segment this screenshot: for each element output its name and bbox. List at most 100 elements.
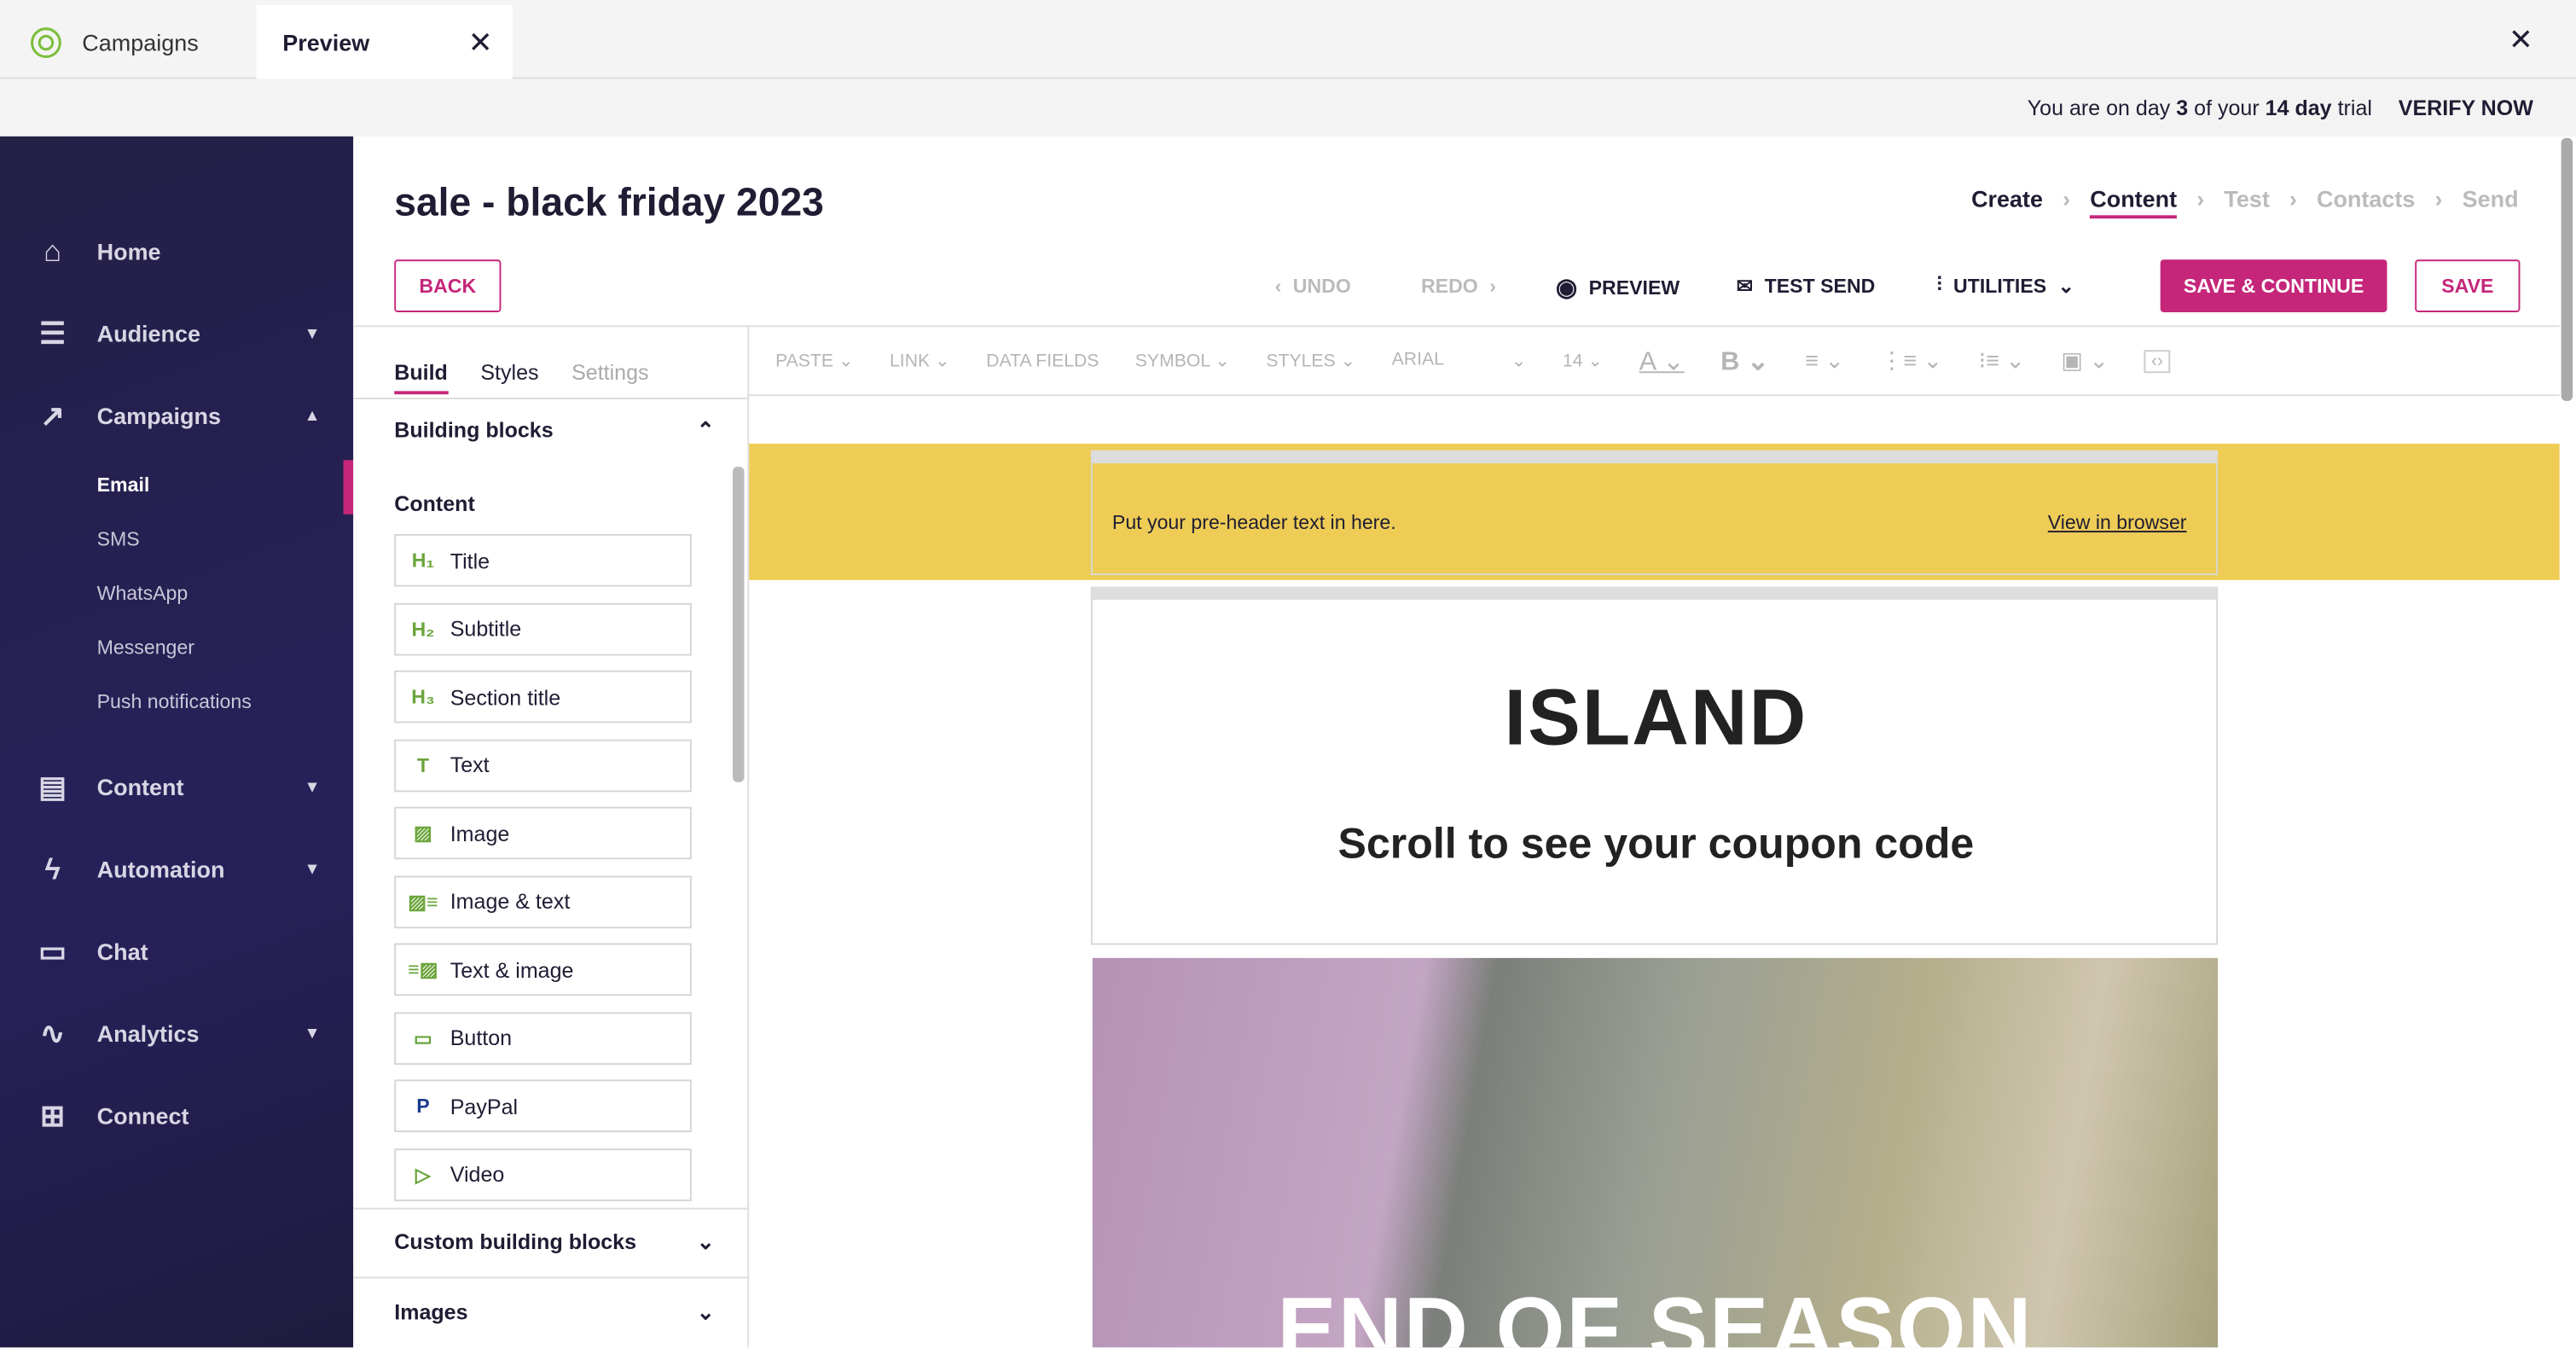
hero-image[interactable]: END OF SEASON xyxy=(1092,957,2219,1348)
block-section-title[interactable]: H₃ Section title xyxy=(394,670,692,723)
active-indicator xyxy=(343,460,354,514)
sidebar-item-label: Connect xyxy=(96,1102,189,1130)
back-button[interactable]: BACK xyxy=(394,259,502,312)
content-group-label: Content xyxy=(394,491,475,516)
sidebar-subitem[interactable]: Push notifications xyxy=(97,690,252,713)
view-in-browser-link[interactable]: View in browser xyxy=(2048,511,2187,534)
chevron-right-icon: › xyxy=(2063,185,2071,212)
sidebar-item-analytics[interactable]: ∿ Analytics ▼ xyxy=(33,1014,321,1053)
custom-blocks-header[interactable]: Custom building blocks ⌄ xyxy=(394,1229,715,1256)
trial-banner: You are on day 3 of your 14 day trial VE… xyxy=(0,78,2576,137)
utilities-dropdown[interactable]: ⫶ UTILITIES ⌄ xyxy=(1937,273,2074,298)
step-test[interactable]: Test xyxy=(2224,186,2269,219)
numbered-list-icon[interactable]: ⋮≡ ⌄ xyxy=(1880,346,1942,375)
step-send[interactable]: Send xyxy=(2463,186,2519,219)
email-canvas: Put your pre-header text in here. View i… xyxy=(749,398,2560,1348)
text-color-icon[interactable]: A ⌄ xyxy=(1639,344,1685,377)
block-subtitle[interactable]: H₂ Subtitle xyxy=(394,601,692,655)
data-fields-button[interactable]: DATA FIELDS xyxy=(986,351,1099,370)
block-text[interactable]: T Text xyxy=(394,738,692,792)
step-create[interactable]: Create xyxy=(1971,186,2043,219)
block-button[interactable]: ▭ Button xyxy=(394,1011,692,1065)
sidebar-subitem[interactable]: Email xyxy=(97,474,150,497)
verify-now-link[interactable]: VERIFY NOW xyxy=(2399,96,2533,120)
save-button[interactable]: SAVE xyxy=(2415,259,2521,312)
sidebar-item-home[interactable]: ⌂ Home xyxy=(33,232,321,271)
symbol-dropdown[interactable]: SYMBOL ⌄ xyxy=(1135,350,1230,371)
link-dropdown[interactable]: LINK ⌄ xyxy=(890,350,950,371)
chevron-down-icon: ⌄ xyxy=(2057,273,2075,297)
building-blocks-header[interactable]: Building blocks ⌃ xyxy=(394,417,715,444)
sidebar-item-audience[interactable]: ☰ Audience ▼ xyxy=(33,314,321,353)
hero-text: END OF SEASON xyxy=(1277,1280,2034,1348)
step-contacts[interactable]: Contacts xyxy=(2317,186,2415,219)
undo-button[interactable]: ‹ UNDO xyxy=(1275,275,1351,298)
test-send-button[interactable]: ✉ TEST SEND xyxy=(1737,275,1876,298)
panel-scrollbar[interactable] xyxy=(732,466,745,782)
sidebar-subitem[interactable]: WhatsApp xyxy=(97,582,189,605)
tab-campaigns[interactable]: Campaigns xyxy=(0,5,255,81)
format-toolbar: PASTE ⌄ LINK ⌄ DATA FIELDS SYMBOL ⌄ STYL… xyxy=(749,325,2560,397)
save-continue-button[interactable]: SAVE & CONTINUE xyxy=(2160,259,2387,312)
redo-button[interactable]: REDO › xyxy=(1421,275,1496,298)
tab-bar: Campaigns Preview ✕ ✕ xyxy=(0,0,2576,81)
sidebar-subitem[interactable]: Messenger xyxy=(97,636,194,659)
button-icon: ▭ xyxy=(414,1026,432,1049)
block-text-image[interactable]: ≡▨ Text & image xyxy=(394,943,692,996)
font-size-dropdown[interactable]: 14 ⌄ xyxy=(1563,350,1603,371)
align-icon[interactable]: ≡ ⌄ xyxy=(1805,346,1844,375)
chevron-up-icon: ⌃ xyxy=(696,417,715,443)
preheader-section[interactable]: Put your pre-header text in here. View i… xyxy=(749,444,2560,580)
code-icon[interactable]: ‹› xyxy=(2144,349,2170,373)
chevron-right-icon: › xyxy=(2434,185,2443,212)
sidebar-item-campaigns[interactable]: ↗ Campaigns ▲ xyxy=(33,396,321,435)
image-icon: ▨ xyxy=(414,822,432,845)
preheader-text[interactable]: Put your pre-header text in here. xyxy=(1112,511,1396,534)
sidebar-item-chat[interactable]: ▭ Chat xyxy=(33,932,321,971)
sidebar-item-label: Audience xyxy=(96,320,201,347)
tab-label: Preview xyxy=(282,29,370,56)
bullet-list-icon[interactable]: ⁝≡ ⌄ xyxy=(1979,346,2025,375)
bold-icon[interactable]: B ⌄ xyxy=(1720,344,1769,377)
sidebar: ⌂ Home ☰ Audience ▼ ↗ Campaigns ▲ ▤ Content ▼ ϟ Auto… xyxy=(0,136,354,1348)
sidebar-item-label: Analytics xyxy=(96,1020,200,1047)
sidebar-item-connect[interactable]: ⊞ Connect xyxy=(33,1096,321,1136)
tab-build[interactable]: Build xyxy=(394,360,448,395)
tab-settings[interactable]: Settings xyxy=(571,360,648,394)
table-icon[interactable]: ▣ ⌄ xyxy=(2061,346,2109,375)
chevron-left-icon: ‹ xyxy=(1274,274,1282,298)
campaigns-logo-icon xyxy=(31,27,61,58)
font-dropdown[interactable]: ARIAL ⌄ xyxy=(1392,350,1527,371)
images-header[interactable]: Images ⌄ xyxy=(394,1299,715,1326)
sidebar-subitem[interactable]: SMS xyxy=(97,527,140,550)
block-image-text[interactable]: ▨≡ Image & text xyxy=(394,874,692,928)
trial-text: You are on day 3 of your 14 day trial xyxy=(2027,95,2372,120)
header-section[interactable]: ISLAND Scroll to see your coupon code xyxy=(1090,586,2219,945)
styles-dropdown[interactable]: STYLES ⌄ xyxy=(1266,350,1355,371)
content-icon: ▤ xyxy=(38,770,67,803)
tab-preview[interactable]: Preview ✕ xyxy=(256,4,513,81)
block-title[interactable]: H₁ Title xyxy=(394,533,692,587)
campaigns-icon: ↗ xyxy=(40,398,66,432)
image-text-icon: ▨≡ xyxy=(408,889,438,913)
block-label: Image & text xyxy=(450,888,571,914)
page-scrollbar[interactable] xyxy=(2561,137,2573,401)
sidebar-item-content[interactable]: ▤ Content ▼ xyxy=(33,767,321,806)
paste-dropdown[interactable]: PASTE ⌄ xyxy=(775,350,854,371)
step-content[interactable]: Content xyxy=(2090,186,2178,219)
page-title: sale - black friday 2023 xyxy=(394,180,824,225)
chevron-down-icon: ▼ xyxy=(304,777,321,797)
block-label: Text & image xyxy=(450,956,574,982)
block-video[interactable]: ▷ Video xyxy=(394,1148,692,1200)
block-paypal[interactable]: P PayPal xyxy=(394,1079,692,1133)
connect-icon: ⊞ xyxy=(40,1098,66,1132)
sidebar-item-automation[interactable]: ϟ Automation ▼ xyxy=(33,850,321,889)
chevron-down-icon: ⌄ xyxy=(696,1299,715,1325)
close-window-icon[interactable]: ✕ xyxy=(2509,23,2533,57)
sidebar-item-label: Chat xyxy=(96,938,148,965)
close-tab-icon[interactable]: ✕ xyxy=(468,26,493,60)
block-image[interactable]: ▨ Image xyxy=(394,806,692,860)
tab-styles[interactable]: Styles xyxy=(480,360,538,394)
preview-button[interactable]: ◉ PREVIEW xyxy=(1556,273,1680,303)
chevron-right-icon: › xyxy=(1489,274,1496,298)
